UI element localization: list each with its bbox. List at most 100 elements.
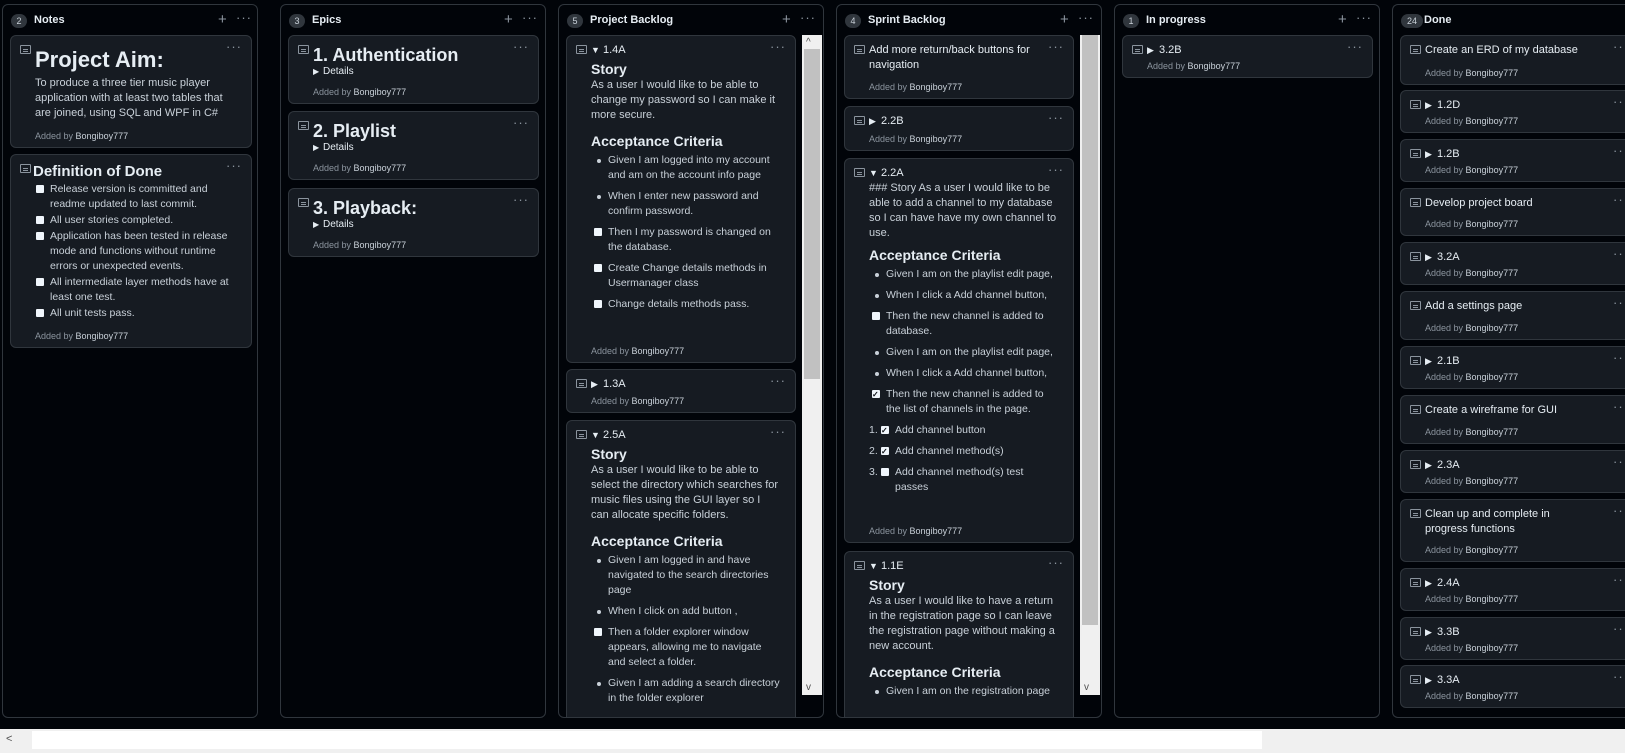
done-card[interactable]: ··· ▶2.4A Added by Bongiboy777: [1400, 568, 1625, 611]
card-title[interactable]: Add more return/back buttons for navigat…: [869, 43, 1059, 73]
add-item-icon[interactable]: +: [782, 12, 791, 27]
vertical-scrollbar[interactable]: ^ v: [802, 35, 822, 695]
column-menu-icon[interactable]: ···: [522, 10, 538, 25]
card-title[interactable]: Clean up and complete in progress functi…: [1425, 507, 1595, 537]
card-2-2b[interactable]: ··· ▶ 2.2B Added by Bongiboy777: [844, 106, 1074, 151]
checkbox[interactable]: [594, 628, 602, 636]
done-card[interactable]: ··· ▶1.2D Added by Bongiboy777: [1400, 90, 1625, 133]
add-item-icon[interactable]: +: [1060, 12, 1069, 27]
card-title[interactable]: ▶ 1.2D: [1425, 98, 1595, 113]
card-menu-icon[interactable]: ···: [1613, 454, 1625, 469]
card-menu-icon[interactable]: ···: [1613, 572, 1625, 587]
checkbox[interactable]: [594, 300, 602, 308]
done-card[interactable]: ··· Add a settings page Added by Bongiboy7…: [1400, 291, 1625, 340]
done-card[interactable]: ··· ▶2.1B Added by Bongiboy777: [1400, 346, 1625, 389]
card-title[interactable]: Create a wireframe for GUI: [1425, 403, 1595, 418]
added-by: Added by Bongiboy777: [591, 346, 685, 356]
checkbox[interactable]: [36, 185, 44, 193]
done-card[interactable]: ··· Develop project board Added by Bongibo…: [1400, 188, 1625, 236]
card-title[interactable]: Create an ERD of my database: [1425, 43, 1595, 58]
done-card[interactable]: ··· Create a wireframe for GUI Added by Bo…: [1400, 395, 1625, 444]
done-card[interactable]: ··· Create an ERD of my database Added by …: [1400, 35, 1625, 85]
checkbox[interactable]: [594, 228, 602, 236]
checkbox-checked[interactable]: [881, 423, 889, 438]
card-3-2b[interactable]: ··· ▶ 3.2B Added by Bongiboy777: [1122, 35, 1373, 78]
card-menu-icon[interactable]: ···: [1613, 94, 1625, 109]
card-epic-playback[interactable]: ··· 3. Playback: ▶ Details Added by Bongi…: [288, 188, 539, 257]
done-card[interactable]: ··· Clean up and complete in progress fun…: [1400, 499, 1625, 562]
add-item-icon[interactable]: +: [1338, 12, 1347, 27]
column-title: Project Backlog: [590, 14, 674, 26]
card-1-1e[interactable]: ··· ▼ 1.1E Story As a user I would like t…: [844, 551, 1074, 717]
card-title[interactable]: Add a settings page: [1425, 299, 1595, 314]
horizontal-scrollbar-thumb[interactable]: [32, 731, 1262, 749]
checkbox-checked[interactable]: [881, 444, 889, 459]
card-title[interactable]: ▶ 3.3A: [1425, 673, 1595, 688]
card-menu-icon[interactable]: ···: [1613, 399, 1625, 414]
card-menu-icon[interactable]: ···: [1613, 143, 1625, 158]
card-title[interactable]: ▶ 2.1B: [1425, 354, 1595, 369]
details-toggle[interactable]: ▶ Details: [313, 142, 524, 153]
done-card[interactable]: ··· ▶3.3A Added by Bongiboy777: [1400, 665, 1625, 708]
horizontal-scrollbar[interactable]: <: [0, 729, 1625, 753]
card-title[interactable]: ▼ 2.2A: [869, 166, 1059, 181]
card-title[interactable]: ▶ 1.2B: [1425, 147, 1595, 162]
card-title[interactable]: ▶ 1.3A: [591, 377, 781, 392]
card-menu-icon[interactable]: ···: [1613, 503, 1625, 518]
card-2-5a[interactable]: ··· ▼ 2.5A Story As a user I would like t…: [566, 420, 796, 717]
card-menu-icon[interactable]: ···: [1613, 192, 1625, 207]
checkbox[interactable]: [36, 278, 44, 286]
card-add-back-buttons[interactable]: ··· Add more return/back buttons for nav…: [844, 35, 1074, 99]
card-title[interactable]: ▶ 3.2A: [1425, 250, 1595, 265]
checkbox[interactable]: [881, 468, 889, 476]
card-title[interactable]: ▼ 1.1E: [869, 559, 1059, 574]
card-menu-icon[interactable]: ···: [1613, 669, 1625, 684]
scrollbar-thumb[interactable]: [1082, 35, 1098, 625]
details-toggle[interactable]: ▶ Details: [313, 66, 524, 77]
card-menu-icon[interactable]: ···: [1613, 246, 1625, 261]
vertical-scrollbar[interactable]: ^ v: [1080, 35, 1100, 695]
add-item-icon[interactable]: +: [504, 12, 513, 27]
card-menu-icon[interactable]: ···: [1613, 295, 1625, 310]
column-menu-icon[interactable]: ···: [1356, 10, 1372, 25]
checkbox[interactable]: [594, 264, 602, 272]
checkbox[interactable]: [36, 216, 44, 224]
card-title[interactable]: ▶ 2.4A: [1425, 576, 1595, 591]
scroll-down-icon[interactable]: v: [806, 682, 811, 693]
checkbox[interactable]: [872, 312, 880, 320]
scrollbar-thumb[interactable]: [804, 49, 820, 379]
card-2-2a[interactable]: ··· ▼ 2.2A ### Story As a user I would li…: [844, 158, 1074, 543]
checkbox[interactable]: [36, 309, 44, 317]
card-list: ··· ▶ 3.2B Added by Bongiboy777: [1115, 35, 1379, 717]
card-1-3a[interactable]: ··· ▶ 1.3A Added by Bongiboy777: [566, 369, 796, 413]
done-card[interactable]: ··· ▶1.2B Added by Bongiboy777: [1400, 139, 1625, 182]
column-menu-icon[interactable]: ···: [1078, 10, 1094, 25]
checkbox[interactable]: [36, 232, 44, 240]
add-item-icon[interactable]: +: [218, 12, 227, 27]
card-title[interactable]: ▼ 2.5A: [591, 428, 781, 443]
card-menu-icon[interactable]: ···: [1613, 621, 1625, 636]
card-epic-playlist[interactable]: ··· 2. Playlist ▶ Details Added by Bongib…: [288, 111, 539, 180]
column-menu-icon[interactable]: ···: [236, 10, 252, 25]
scroll-left-icon[interactable]: <: [6, 733, 12, 745]
card-project-aim[interactable]: ··· Project Aim: To produce a three tier…: [10, 35, 252, 148]
column-menu-icon[interactable]: ···: [800, 10, 816, 25]
details-toggle[interactable]: ▶ Details: [313, 219, 524, 230]
card-menu-icon[interactable]: ···: [1613, 39, 1625, 54]
card-definition-of-done[interactable]: ··· Definition of Done Release version i…: [10, 154, 252, 348]
card-title[interactable]: Develop project board: [1425, 196, 1595, 211]
done-card[interactable]: ··· ▶3.3B Added by Bongiboy777: [1400, 617, 1625, 660]
checkbox-checked[interactable]: [872, 387, 880, 402]
card-1-4a[interactable]: ··· ▼ 1.4A Story As a user I would like t…: [566, 35, 796, 363]
card-title[interactable]: ▶ 3.3B: [1425, 625, 1595, 640]
done-card[interactable]: ··· ▶3.2A Added by Bongiboy777: [1400, 242, 1625, 285]
card-epic-authentication[interactable]: ··· 1. Authentication ▶ Details Added by …: [288, 35, 539, 104]
card-title[interactable]: ▶ 2.2B: [869, 114, 1059, 129]
done-card[interactable]: ··· ▶2.3A Added by Bongiboy777: [1400, 450, 1625, 493]
scroll-down-icon[interactable]: v: [1084, 682, 1089, 693]
card-title[interactable]: ▼ 1.4A: [591, 43, 781, 58]
scroll-up-icon[interactable]: ^: [806, 37, 811, 48]
card-title[interactable]: ▶ 2.3A: [1425, 458, 1595, 473]
card-title[interactable]: ▶ 3.2B: [1147, 43, 1358, 58]
card-menu-icon[interactable]: ···: [1613, 350, 1625, 365]
